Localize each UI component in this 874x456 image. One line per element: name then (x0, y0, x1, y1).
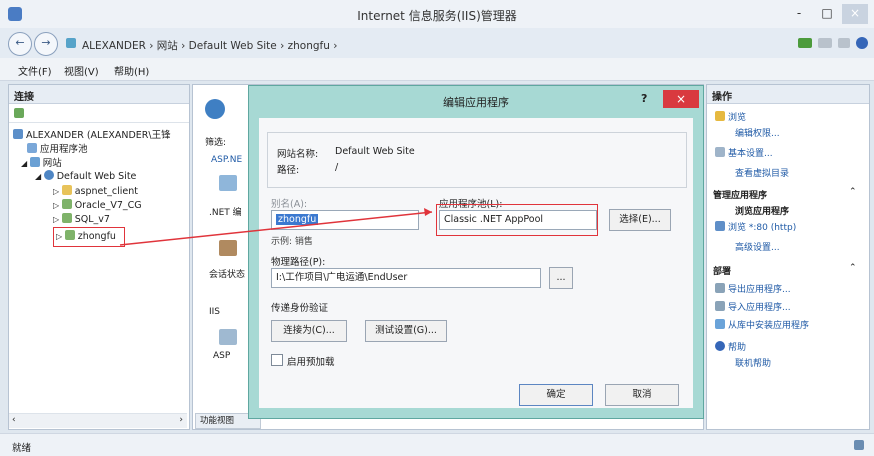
annotation-arrow (119, 208, 433, 246)
